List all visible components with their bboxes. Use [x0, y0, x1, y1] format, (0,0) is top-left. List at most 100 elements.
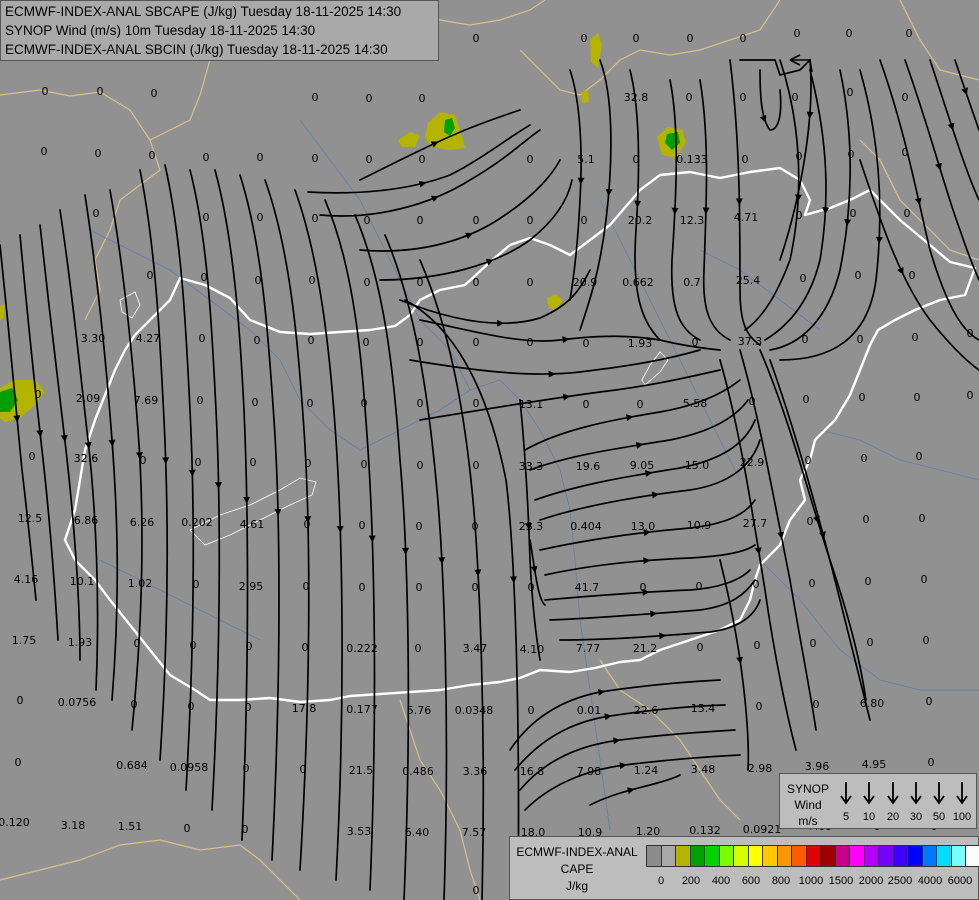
cape-value: 0	[302, 641, 309, 654]
cape-value: 0	[923, 634, 930, 647]
cape-value: 0	[810, 637, 817, 650]
cape-value: 0	[417, 276, 424, 289]
cape-value: 33.3	[519, 460, 544, 473]
cape-value: 0	[417, 214, 424, 227]
cape-value: 0	[756, 700, 763, 713]
cape-value: 0	[581, 32, 588, 45]
map-canvas[interactable]: 0 0 0 0 0 0 0 0 0 0 0 0 0 0 0 0 0 32.8 0 0 0 0 0 0 0 0 0 0 0 0 0 0 5.1 0 0…	[0, 0, 979, 900]
cape-value: 0	[528, 581, 535, 594]
wind-speed-20: 20	[886, 811, 900, 823]
cape-value: 0	[527, 153, 534, 166]
cape-value: 3.30	[81, 332, 106, 345]
cape-value: 0	[753, 578, 760, 591]
cape-value: 22.6	[634, 704, 659, 717]
cape-value: 3.53	[347, 825, 372, 838]
cape-tick-label: 6000	[947, 875, 973, 887]
cape-value: 0	[865, 575, 872, 588]
cape-value: 0	[809, 577, 816, 590]
cape-value: 0	[528, 704, 535, 717]
cape-value: 0	[41, 145, 48, 158]
cape-value: 0	[15, 756, 22, 769]
cape-value: 32.8	[624, 91, 649, 104]
cape-value: 0	[794, 27, 801, 40]
cape-value: 0	[581, 214, 588, 227]
cape-value: 0	[93, 207, 100, 220]
cape-value: 0	[257, 151, 264, 164]
cape-value: 0	[312, 91, 319, 104]
cape-value: 0	[419, 92, 426, 105]
cape-value: 0	[257, 211, 264, 224]
cape-value: 0	[855, 269, 862, 282]
cape-value: 13.1	[519, 398, 544, 411]
cape-value: 1.02	[128, 577, 153, 590]
cape-value: 13.0	[631, 520, 656, 533]
cape-value: 37.3	[738, 335, 763, 348]
cape-value: 0	[802, 333, 809, 346]
cape-value: 0.684	[116, 759, 148, 772]
cape-value: 0.404	[570, 520, 602, 533]
cape-legend-title-model: ECMWF-INDEX-ANAL	[516, 845, 638, 859]
cape-value: 0	[813, 698, 820, 711]
wind-speed-30: 30	[909, 811, 923, 823]
cape-colorbar-legend: ECMWF-INDEX-ANAL CAPE J/kg 0 200 400 600 800…	[509, 836, 979, 900]
cape-value: 0	[637, 398, 644, 411]
cape-value: 0	[863, 513, 870, 526]
cape-value: 17.8	[292, 702, 317, 715]
cape-value: 0	[255, 274, 262, 287]
cape-value: 0	[473, 884, 480, 897]
cape-value: 22.9	[740, 456, 765, 469]
cape-value: 0	[967, 389, 974, 402]
cape-value: 0	[754, 639, 761, 652]
cape-value: 0	[364, 214, 371, 227]
cape-value: 0.0958	[170, 761, 209, 774]
cape-value: 0.222	[346, 642, 378, 655]
cape-value: 0.120	[0, 816, 30, 829]
cape-value: 20.9	[573, 276, 598, 289]
cape-value: 0	[97, 85, 104, 98]
cape-value: 41.7	[575, 581, 600, 594]
cape-value: 16.8	[520, 765, 545, 778]
cape-value: 32.6	[74, 452, 99, 465]
cape-value: 0	[914, 391, 921, 404]
cape-value: 4.16	[14, 573, 39, 586]
cape-value: 0	[527, 336, 534, 349]
cape-value: 0	[473, 459, 480, 472]
cape-value: 1.75	[12, 634, 37, 647]
cape-value: 0.202	[181, 516, 213, 529]
cape-value: 0	[912, 331, 919, 344]
cape-value: 0	[359, 519, 366, 532]
cape-value: 9.05	[630, 459, 655, 472]
cape-value: 0	[792, 91, 799, 104]
cape-value: 0	[95, 147, 102, 160]
cape-value: 0.7	[683, 276, 701, 289]
cape-value: 0	[419, 153, 426, 166]
cape-value: 0	[312, 212, 319, 225]
cape-value: 0	[740, 32, 747, 45]
cape-value: 0	[473, 397, 480, 410]
cape-value: 0	[309, 274, 316, 287]
wind-speed-10: 10	[862, 811, 876, 823]
cape-value: 4.61	[240, 518, 265, 531]
cape-value: 0	[184, 822, 191, 835]
cape-value: 0	[749, 395, 756, 408]
cape-value: 0	[199, 332, 206, 345]
cape-value: 0	[307, 397, 314, 410]
cape-value: 3.18	[61, 819, 86, 832]
cape-value: 0	[859, 391, 866, 404]
cape-value: 0	[416, 581, 423, 594]
cape-value: 0	[800, 272, 807, 285]
cape-value: 0	[473, 276, 480, 289]
cape-value: 0	[921, 573, 928, 586]
cape-swatch	[965, 845, 979, 867]
cape-value: 23.3	[519, 520, 544, 533]
cape-value: 0	[906, 27, 913, 40]
cape-value: 0	[583, 398, 590, 411]
cape-value: 4.71	[734, 211, 759, 224]
wind-legend-title-wind: Wind	[794, 798, 822, 812]
cape-value: 2.98	[748, 762, 773, 775]
cape-value: 6.26	[130, 516, 155, 529]
cape-value: 0	[740, 91, 747, 104]
cape-value: 1.93	[628, 337, 653, 350]
cape-value: 0	[140, 454, 147, 467]
cape-value: 0	[364, 276, 371, 289]
